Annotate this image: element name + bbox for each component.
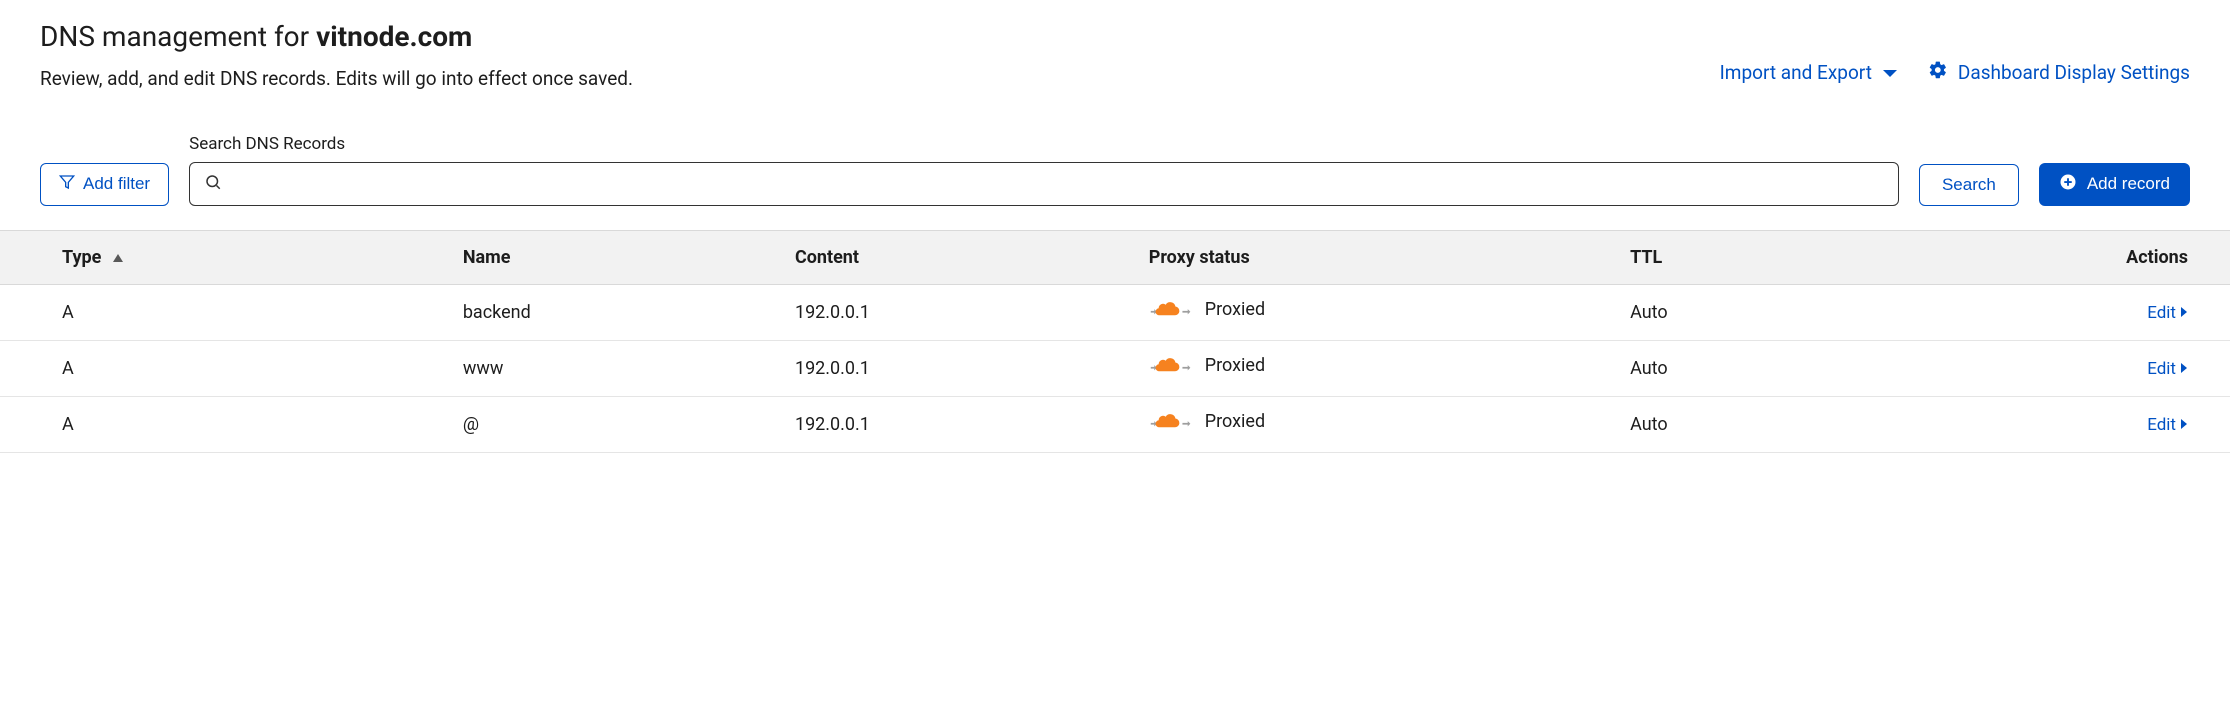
cell-proxy: Proxied [1129,340,1610,396]
page-title-prefix: DNS management for [40,20,316,53]
import-export-label: Import and Export [1720,61,1872,84]
cell-type: A [0,396,443,452]
import-export-dropdown[interactable]: Import and Export [1720,61,1898,84]
add-filter-label: Add filter [83,174,150,194]
edit-button[interactable]: Edit [2147,303,2188,323]
cell-type: A [0,284,443,340]
table-row: Awww192.0.0.1 Proxied Auto Edit [0,340,2230,396]
gear-icon [1928,60,1948,85]
filter-icon [59,174,75,195]
cell-actions: Edit [1849,396,2230,452]
cell-name: @ [443,396,775,452]
cell-name: www [443,340,775,396]
page-subtitle: Review, add, and edit DNS records. Edits… [40,65,633,94]
caret-down-icon [1882,61,1898,84]
edit-label: Edit [2147,303,2176,323]
display-settings-link[interactable]: Dashboard Display Settings [1928,60,2190,85]
chevron-right-icon [2180,415,2188,435]
cell-actions: Edit [1849,284,2230,340]
cell-content: 192.0.0.1 [775,396,1129,452]
add-filter-button[interactable]: Add filter [40,163,169,206]
proxy-status-label: Proxied [1205,355,1265,376]
cell-ttl: Auto [1610,396,1849,452]
proxy-status-label: Proxied [1205,411,1265,432]
search-input-container[interactable] [189,162,1899,206]
edit-label: Edit [2147,415,2176,435]
page-title-domain: vitnode.com [316,20,472,53]
cloud-proxy-icon [1149,299,1193,321]
col-actions-label: Actions [2126,247,2188,268]
col-actions: Actions [1849,230,2230,284]
search-icon [204,173,222,195]
col-ttl-label: TTL [1630,247,1662,268]
cell-proxy: Proxied [1129,284,1610,340]
sort-asc-icon [112,247,124,268]
cell-actions: Edit [1849,340,2230,396]
add-record-button[interactable]: Add record [2039,163,2190,206]
cell-ttl: Auto [1610,340,1849,396]
search-button-label: Search [1942,175,1996,195]
col-content-label: Content [795,247,859,268]
col-type-label: Type [62,247,101,268]
cell-type: A [0,340,443,396]
chevron-right-icon [2180,303,2188,323]
search-input[interactable] [222,175,1884,193]
col-content[interactable]: Content [775,230,1129,284]
cell-content: 192.0.0.1 [775,284,1129,340]
display-settings-label: Dashboard Display Settings [1958,61,2190,84]
edit-label: Edit [2147,359,2176,379]
cell-ttl: Auto [1610,284,1849,340]
table-row: A@192.0.0.1 Proxied Auto Edit [0,396,2230,452]
cloud-proxy-icon [1149,411,1193,433]
col-proxy[interactable]: Proxy status [1129,230,1610,284]
table-row: Abackend192.0.0.1 Proxied Auto Edit [0,284,2230,340]
page-title: DNS management for vitnode.com [40,20,633,53]
col-type[interactable]: Type [0,230,443,284]
col-ttl[interactable]: TTL [1610,230,1849,284]
dns-records-table: Type Name Content Proxy status TTL Actio… [0,230,2230,453]
edit-button[interactable]: Edit [2147,415,2188,435]
col-name[interactable]: Name [443,230,775,284]
proxy-status-label: Proxied [1205,299,1265,320]
col-proxy-label: Proxy status [1149,247,1250,268]
search-button[interactable]: Search [1919,164,2019,206]
chevron-right-icon [2180,359,2188,379]
edit-button[interactable]: Edit [2147,359,2188,379]
table-header-row: Type Name Content Proxy status TTL Actio… [0,230,2230,284]
cell-content: 192.0.0.1 [775,340,1129,396]
cell-proxy: Proxied [1129,396,1610,452]
col-name-label: Name [463,247,511,268]
search-label: Search DNS Records [189,134,1899,154]
plus-circle-icon [2059,173,2077,196]
cell-name: backend [443,284,775,340]
add-record-label: Add record [2087,174,2170,194]
cloud-proxy-icon [1149,355,1193,377]
